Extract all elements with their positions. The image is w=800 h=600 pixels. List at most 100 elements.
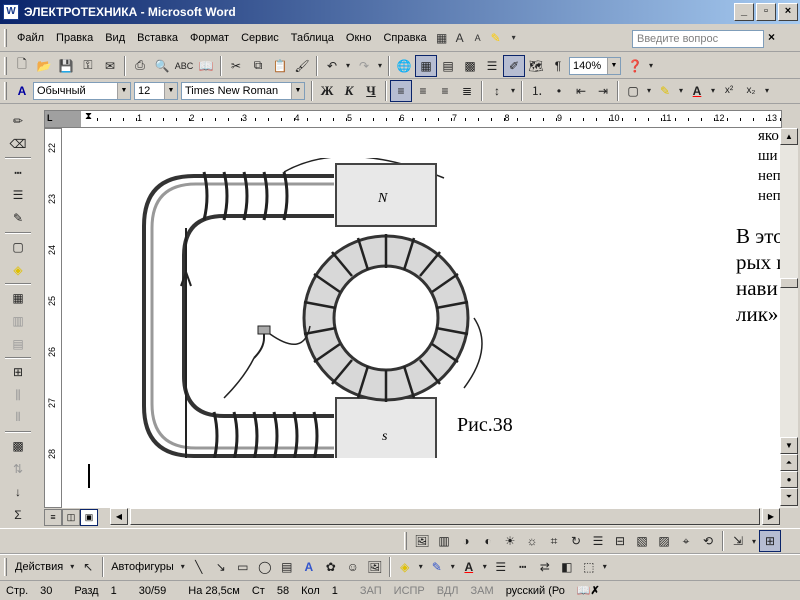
document-page[interactable]: N s Рис.38 яко ши неп неп В это рых нави… [62,128,780,508]
toolbar-grip[interactable] [4,557,7,576]
insert-table-icon[interactable]: ▦ [7,288,29,309]
email-icon[interactable]: ✉ [99,55,121,77]
paste-icon[interactable]: 📋 [269,55,291,77]
scroll-left-icon[interactable]: ◀ [110,508,128,525]
shading-color-icon[interactable]: ◈ [7,259,29,280]
less-contrast-icon[interactable]: ◐ [477,530,499,552]
help-icon[interactable]: ❓ [624,55,646,77]
new-document-icon[interactable]: 🗋 [11,55,33,77]
line-weight-icon[interactable]: ☰ [7,185,29,206]
arrow-icon[interactable]: ↘ [210,556,232,578]
split-cells-icon[interactable]: ▤ [7,333,29,354]
previous-page-icon[interactable]: ⏶ [780,454,798,471]
align-center-icon[interactable]: ≡ [412,80,434,102]
menu-edit[interactable]: Правка [50,32,99,44]
highlight-pen-icon[interactable]: ✎ [487,29,505,47]
tab-selector-icon[interactable]: L [47,113,53,123]
change-text-direction-icon[interactable]: ⇅ [7,459,29,480]
bullets-icon[interactable]: • [548,80,570,102]
autosum-icon[interactable]: Σ [7,504,29,525]
toolbar-grip[interactable] [4,56,7,75]
menu-table[interactable]: Таблица [285,32,340,44]
chevron-down-icon[interactable]: ▾ [600,556,610,578]
reset-picture-icon[interactable]: ⟲ [697,530,719,552]
draw-table-pencil-icon[interactable]: ✏ [7,111,29,132]
table-autoformat-icon[interactable]: ▩ [7,436,29,457]
select-objects-icon[interactable]: ↖ [77,556,99,578]
highlight-icon[interactable]: ✎ [654,80,676,102]
minimize-button[interactable]: _ [734,3,754,21]
line-spacing-icon[interactable]: ↕ [486,80,508,102]
text-wrapping-icon[interactable]: ▧ [631,530,653,552]
font-color-icon[interactable]: A [458,556,480,578]
chevron-down-icon[interactable]: ▾ [480,556,490,578]
chevron-down-icon[interactable]: ▾ [646,55,656,77]
align-right-icon[interactable]: ≡ [434,80,456,102]
font-size-select[interactable]: 12 ▼ [134,81,178,100]
open-folder-icon[interactable]: 📂 [33,55,55,77]
more-contrast-icon[interactable]: ◑ [455,530,477,552]
text-box-icon[interactable]: ▤ [276,556,298,578]
undo-icon[interactable]: ↶ [321,55,343,77]
grid-icon[interactable]: ▦ [433,29,451,47]
bold-button[interactable]: Ж [316,80,338,102]
web-view-icon[interactable]: ◫ [62,508,80,526]
menu-file[interactable]: Файл [11,32,50,44]
styles-icon[interactable]: A [11,80,33,102]
less-brightness-icon[interactable]: ☼ [521,530,543,552]
chevron-down-icon[interactable]: ▾ [508,80,518,102]
increase-indent-icon[interactable]: ⇥ [592,80,614,102]
normal-view-icon[interactable]: ≡ [44,508,62,526]
format-picture-icon[interactable]: ▨ [653,530,675,552]
set-transparent-icon[interactable]: ⌖ [675,530,697,552]
status-language[interactable]: русский (Ро [500,585,571,597]
status-ext[interactable]: ВДЛ [431,585,465,597]
scroll-thumb[interactable] [780,278,798,288]
save-icon[interactable]: 💾 [55,55,77,77]
more-brightness-icon[interactable]: ☀ [499,530,521,552]
arrow-style-icon[interactable]: ⇄ [534,556,556,578]
format-painter-icon[interactable]: 🖌 [291,55,313,77]
chevron-down-icon[interactable]: ▾ [448,556,458,578]
vertical-scrollbar[interactable]: ▲ ▼ ⏶ ● ⏷ [780,128,798,508]
oval-icon[interactable]: ◯ [254,556,276,578]
close-doc-icon[interactable]: × [768,30,775,44]
scroll-right-icon[interactable]: ▶ [762,508,780,525]
ask-question-input[interactable]: Введите вопрос [632,30,764,48]
word-app-icon[interactable]: W [3,4,19,20]
chevron-down-icon[interactable]: ▾ [178,556,188,578]
horizontal-ruler[interactable]: L ⧗ 1 2 3 4 5 6 7 8 9 10 11 12 13 [44,110,782,128]
redo-icon[interactable]: ↷ [353,55,375,77]
superscript-button[interactable]: x² [718,80,740,102]
spelling-icon[interactable]: ABC [173,55,195,77]
document-area[interactable]: N s Рис.38 яко ши неп неп В это рых нави… [62,128,780,508]
color-icon[interactable]: ▥ [433,530,455,552]
border-color-icon[interactable]: ✎ [7,208,29,229]
close-button[interactable]: × [778,3,798,21]
status-trk[interactable]: ИСПР [388,585,431,597]
dash-style-icon[interactable]: ┅ [512,556,534,578]
print-layout-icon[interactable]: ▣ [80,508,98,526]
chevron-down-icon[interactable]: ▾ [416,556,426,578]
line-style-icon[interactable]: ☰ [490,556,512,578]
chevron-down-icon[interactable]: ▼ [291,82,304,99]
chevron-down-icon[interactable]: ▾ [749,530,759,552]
menu-format[interactable]: Формат [184,32,235,44]
autoshapes-menu[interactable]: Автофигуры [107,561,178,573]
print-preview-icon[interactable]: 🔍 [151,55,173,77]
scroll-down-icon[interactable]: ▼ [780,437,798,454]
chevron-down-icon[interactable]: ▾ [676,80,686,102]
toolbar-grip[interactable] [4,81,7,100]
insert-picture-icon[interactable]: 🖼 [411,530,433,552]
copy-icon[interactable]: ⧉ [247,55,269,77]
outside-border-icon[interactable]: ▢ [7,237,29,258]
style-select[interactable]: Обычный ▼ [33,81,131,100]
hyperlink-icon[interactable]: 🌐 [393,55,415,77]
chevron-down-icon[interactable]: ▾ [762,80,772,102]
3d-icon[interactable]: ⬚ [578,556,600,578]
document-map-icon[interactable]: 🗺 [525,55,547,77]
fill-color-icon[interactable]: ◈ [394,556,416,578]
font-color-icon[interactable]: A [686,80,708,102]
underline-button[interactable]: Ч [360,80,382,102]
chevron-down-icon[interactable]: ▼ [164,82,177,99]
